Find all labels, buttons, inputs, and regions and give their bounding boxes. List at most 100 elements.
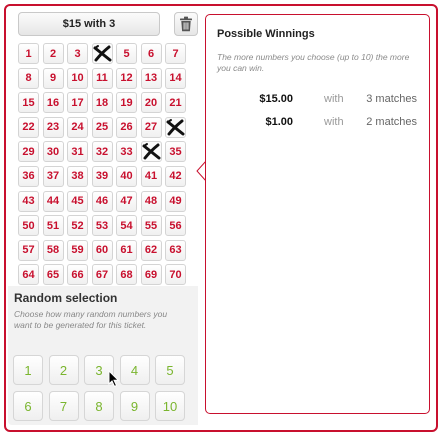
number-cell[interactable]: 53 [91, 215, 113, 237]
x-mark-icon [166, 118, 185, 136]
number-cell[interactable]: 47 [116, 190, 137, 212]
number-label: 70 [169, 268, 182, 281]
number-cell[interactable]: 63 [165, 239, 186, 261]
number-cell[interactable]: 70 [165, 264, 186, 286]
number-cell[interactable]: 24 [67, 116, 88, 138]
number-cell[interactable]: 16 [42, 92, 64, 114]
clear-ticket-button[interactable] [174, 12, 198, 36]
number-cell[interactable] [91, 43, 113, 64]
random-count-button[interactable]: 2 [48, 355, 79, 385]
number-label: 13 [144, 72, 158, 85]
random-count-button[interactable]: 10 [155, 391, 185, 421]
number-cell[interactable]: 49 [165, 190, 186, 212]
winnings-amount: $1.00 [265, 116, 293, 128]
number-cell[interactable]: 57 [18, 239, 39, 261]
number-cell[interactable]: 68 [116, 264, 137, 286]
number-cell[interactable]: 15 [18, 92, 39, 114]
number-cell[interactable]: 58 [42, 239, 64, 261]
number-cell[interactable]: 2 [42, 43, 64, 64]
number-cell[interactable]: 64 [18, 264, 39, 286]
number-cell[interactable]: 59 [67, 239, 88, 261]
random-count-button[interactable]: 5 [155, 355, 185, 385]
number-cell[interactable]: 21 [165, 92, 186, 114]
number-cell[interactable]: 20 [140, 92, 162, 114]
number-cell[interactable]: 40 [116, 165, 137, 187]
number-cell[interactable]: 30 [42, 141, 64, 163]
number-cell[interactable]: 3 [67, 43, 88, 64]
random-count-button[interactable]: 7 [48, 391, 79, 421]
number-cell[interactable]: 7 [165, 43, 186, 64]
number-cell[interactable]: 18 [91, 92, 113, 114]
number-cell[interactable]: 43 [18, 190, 39, 212]
number-cell[interactable]: 44 [42, 190, 64, 212]
number-cell[interactable]: 11 [91, 67, 113, 89]
number-cell[interactable]: 60 [91, 239, 113, 261]
number-cell[interactable]: 69 [140, 264, 162, 286]
number-label: 42 [169, 170, 182, 183]
number-label: 46 [95, 195, 109, 208]
number-cell[interactable]: 48 [140, 190, 162, 212]
number-cell[interactable]: 14 [165, 67, 186, 89]
number-label: 52 [71, 219, 84, 232]
number-cell[interactable]: 9 [42, 67, 64, 89]
number-cell[interactable]: 27 [140, 116, 162, 138]
winnings-with: with [324, 93, 344, 105]
number-cell[interactable]: 26 [116, 116, 137, 138]
number-cell[interactable]: 62 [140, 239, 162, 261]
number-cell[interactable]: 67 [91, 264, 113, 286]
number-cell[interactable]: 38 [67, 165, 88, 187]
number-cell[interactable]: 12 [116, 67, 137, 89]
number-cell[interactable]: 5 [116, 43, 137, 64]
number-cell[interactable]: 54 [116, 215, 137, 237]
number-cell[interactable]: 29 [18, 141, 39, 163]
number-cell[interactable]: 22 [18, 116, 39, 138]
number-cell[interactable]: 13 [140, 67, 162, 89]
number-cell[interactable]: 46 [91, 190, 113, 212]
random-count-button[interactable]: 4 [119, 355, 150, 385]
number-label: 67 [95, 268, 109, 281]
number-cell[interactable]: 55 [140, 215, 162, 237]
number-label: 39 [95, 170, 109, 183]
random-count-button[interactable]: 1 [13, 355, 43, 385]
number-cell[interactable]: 51 [42, 215, 64, 237]
random-count-button[interactable]: 8 [84, 391, 114, 421]
number-cell[interactable] [165, 116, 186, 138]
number-cell[interactable]: 10 [67, 67, 88, 89]
number-cell[interactable]: 6 [140, 43, 162, 64]
number-cell[interactable] [140, 141, 162, 163]
number-cell[interactable]: 1 [18, 43, 39, 64]
number-cell[interactable]: 25 [91, 116, 113, 138]
number-label: 15 [22, 96, 35, 109]
number-label: 26 [120, 121, 133, 134]
number-cell[interactable]: 37 [42, 165, 64, 187]
number-cell[interactable]: 65 [42, 264, 64, 286]
number-label: 7 [172, 47, 179, 60]
number-cell[interactable]: 61 [116, 239, 137, 261]
number-cell[interactable]: 50 [18, 215, 39, 237]
number-cell[interactable]: 52 [67, 215, 88, 237]
number-cell[interactable]: 19 [116, 92, 137, 114]
number-cell[interactable]: 35 [165, 141, 186, 163]
number-cell[interactable]: 8 [18, 67, 39, 89]
winnings-with: with [324, 116, 344, 128]
number-cell[interactable]: 56 [165, 215, 186, 237]
number-cell[interactable]: 23 [42, 116, 64, 138]
number-cell[interactable]: 45 [67, 190, 88, 212]
x-mark-icon [142, 143, 160, 160]
number-cell[interactable]: 41 [140, 165, 162, 187]
number-cell[interactable]: 33 [116, 141, 137, 163]
number-cell[interactable]: 66 [67, 264, 88, 286]
number-cell[interactable]: 39 [91, 165, 113, 187]
number-label: 30 [46, 145, 60, 158]
random-count-button[interactable]: 9 [119, 391, 150, 421]
number-label: 55 [144, 219, 158, 232]
number-cell[interactable]: 36 [18, 165, 39, 187]
bet-selector-button[interactable]: $15 with 3 [18, 12, 160, 36]
number-cell[interactable]: 17 [67, 92, 88, 114]
number-label: 16 [46, 96, 60, 109]
random-selection-description: Choose how many random numbers you want … [14, 309, 168, 330]
number-cell[interactable]: 42 [165, 165, 186, 187]
number-cell[interactable]: 31 [67, 141, 88, 163]
random-count-button[interactable]: 6 [13, 391, 43, 421]
number-cell[interactable]: 32 [91, 141, 113, 163]
